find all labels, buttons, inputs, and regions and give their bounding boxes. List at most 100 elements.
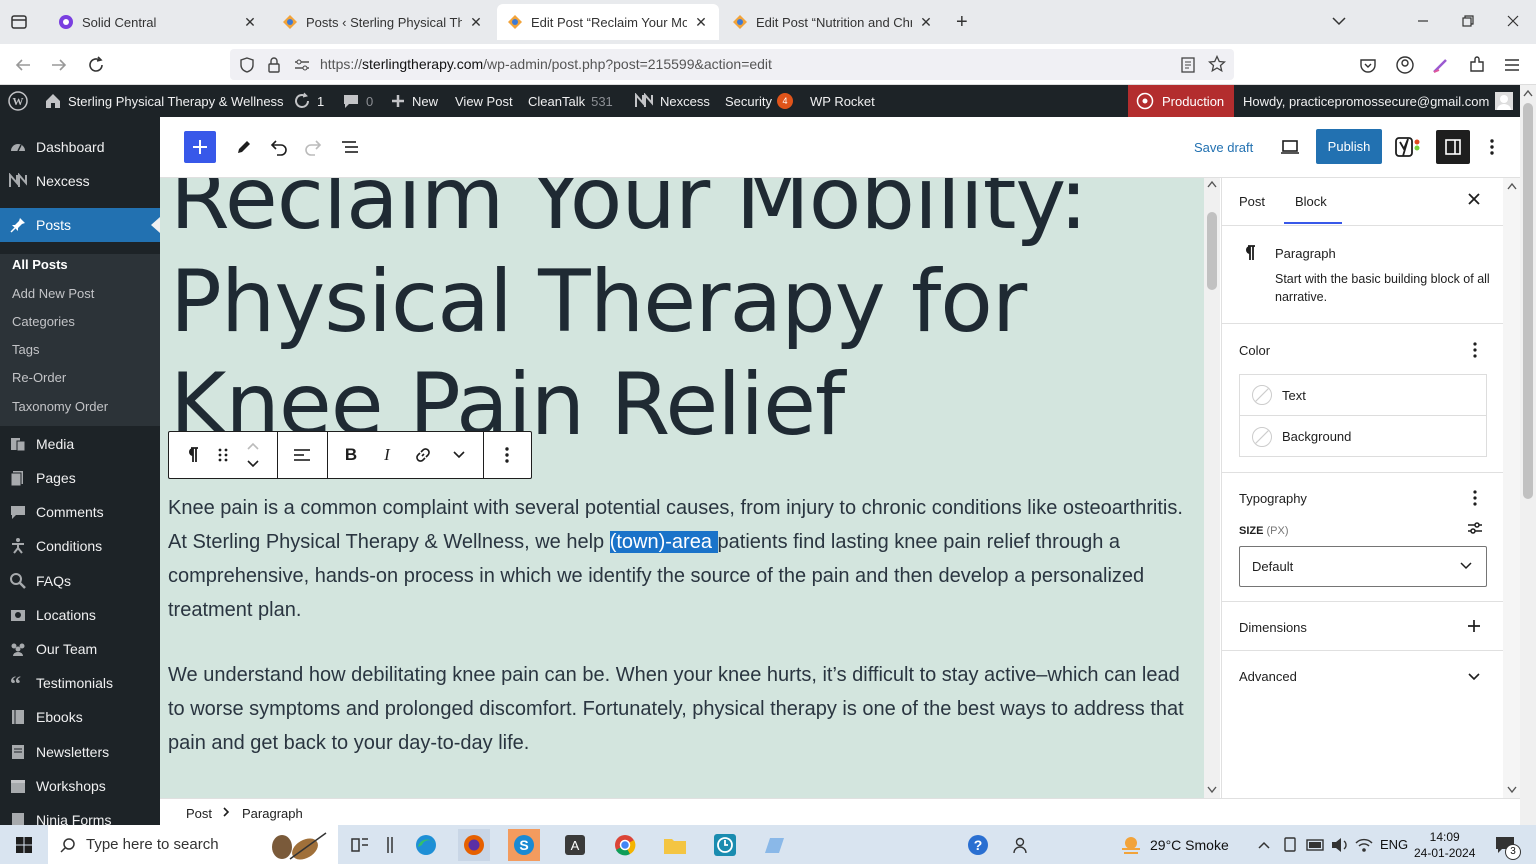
sidebar-item-comments[interactable]: Comments [0, 495, 160, 529]
wordpress-logo-icon[interactable]: W [8, 85, 34, 117]
paragraph-block-1[interactable]: Knee pain is a common complaint with sev… [168, 491, 1198, 627]
bold-button[interactable]: B [337, 432, 365, 478]
close-icon[interactable]: ✕ [693, 14, 709, 31]
more-vertical-icon[interactable] [1472, 341, 1478, 359]
chevron-up-icon[interactable] [1257, 825, 1271, 864]
weather-widget[interactable]: 29°C Smoke [1120, 825, 1229, 864]
scroll-up-icon[interactable] [1507, 182, 1517, 190]
chevron-down-icon[interactable] [1468, 673, 1480, 681]
browser-tab-posts[interactable]: Posts ‹ Sterling Physical Therapy ✕ [272, 4, 494, 40]
people-icon[interactable] [1012, 825, 1032, 864]
sidebar-item-locations[interactable]: Locations [0, 598, 160, 632]
back-arrow-icon[interactable] [14, 56, 32, 74]
admin-bar-security[interactable]: Security 4 [725, 85, 793, 117]
close-icon[interactable]: ✕ [918, 14, 934, 31]
browser-tab-edit-post-nutrition[interactable]: Edit Post “Nutrition and Chronic ✕ [722, 4, 944, 40]
admin-bar-cleantalk[interactable]: CleanTalk 531 [528, 85, 613, 117]
tab-list-icon[interactable] [10, 13, 28, 31]
submenu-categories[interactable]: Categories [12, 314, 75, 329]
firefox-icon[interactable] [458, 829, 490, 861]
file-explorer-icon[interactable] [659, 829, 691, 861]
breadcrumb-paragraph[interactable]: Paragraph [242, 806, 303, 821]
tab-post[interactable]: Post [1239, 178, 1265, 224]
widgets-divider-icon[interactable] [374, 829, 406, 861]
custom-size-toggle-icon[interactable] [1467, 520, 1483, 536]
notifications-icon[interactable]: 3 [1494, 825, 1521, 864]
more-formatting-button[interactable] [445, 432, 473, 478]
tab-block[interactable]: Block [1295, 178, 1327, 224]
options-button[interactable] [1480, 135, 1504, 159]
plus-icon[interactable] [1467, 619, 1481, 633]
tools-button[interactable] [232, 135, 256, 159]
move-up-button[interactable] [243, 438, 263, 454]
new-tab-button[interactable]: + [956, 11, 968, 34]
submenu-taxonomy-order[interactable]: Taxonomy Order [12, 399, 108, 414]
italic-button[interactable]: I [373, 432, 401, 478]
pocket-icon[interactable] [1359, 56, 1377, 74]
sidebar-item-dashboard[interactable]: Dashboard [0, 130, 160, 164]
submenu-tags[interactable]: Tags [12, 342, 39, 357]
browser-tab-edit-post-active[interactable]: Edit Post “Reclaim Your Mobility ✕ [497, 4, 719, 40]
edge-browser-icon[interactable] [410, 829, 442, 861]
admin-bar-site[interactable]: Sterling Physical Therapy & Wellness [44, 85, 284, 117]
help-icon[interactable]: ? [966, 825, 990, 864]
drag-handle[interactable] [211, 432, 235, 478]
scrollbar-thumb[interactable] [1207, 212, 1217, 290]
sidebar-item-conditions[interactable]: Conditions [0, 529, 160, 563]
scrollbar-thumb[interactable] [1523, 103, 1533, 499]
advanced-panel-title[interactable]: Advanced [1239, 669, 1297, 684]
admin-bar-updates[interactable]: 1 [293, 85, 324, 117]
submenu-re-order[interactable]: Re-Order [12, 370, 66, 385]
link-button[interactable] [409, 432, 437, 478]
block-inserter-button[interactable] [184, 131, 216, 163]
sidebar-item-pages[interactable]: Pages [0, 461, 160, 495]
breadcrumb-post[interactable]: Post [186, 806, 212, 821]
clock-app-icon[interactable] [709, 829, 741, 861]
device-icon[interactable] [1282, 825, 1298, 864]
clock[interactable]: 14:09 24-01-2024 [1414, 825, 1475, 864]
taskbar-search-box[interactable]: Type here to search [48, 825, 338, 864]
yoast-seo-button[interactable] [1394, 133, 1424, 161]
undo-button[interactable] [266, 135, 290, 159]
chevron-down-icon[interactable] [1330, 12, 1348, 30]
redo-button[interactable] [302, 135, 326, 159]
shield-icon[interactable] [238, 56, 256, 74]
bookmark-star-icon[interactable] [1208, 55, 1226, 73]
account-icon[interactable] [1395, 55, 1415, 75]
close-icon[interactable] [1467, 192, 1481, 206]
app-a-icon[interactable]: A [559, 829, 591, 861]
sidebar-item-our-team[interactable]: Our Team [0, 632, 160, 666]
canvas-scrollbar[interactable] [1204, 178, 1220, 798]
address-bar[interactable]: https://sterlingtherapy.com/wp-admin/pos… [230, 49, 1234, 80]
sidebar-item-nexcess[interactable]: Nexcess [0, 164, 160, 198]
windows-start-icon[interactable] [8, 829, 40, 861]
task-view-icon[interactable] [344, 829, 376, 861]
submenu-all-posts[interactable]: All Posts [12, 257, 68, 272]
sidebar-item-ninja-forms[interactable]: Ninja Forms [0, 803, 160, 825]
pen-extension-icon[interactable] [1431, 55, 1451, 75]
submenu-add-new-post[interactable]: Add New Post [12, 286, 94, 301]
skype-icon[interactable]: S [508, 829, 540, 861]
post-title[interactable]: Reclaim Your Mobility: Physical Therapy … [170, 178, 1200, 457]
reload-icon[interactable] [86, 55, 106, 75]
more-vertical-icon[interactable] [1472, 489, 1478, 507]
font-size-select[interactable]: Default [1239, 546, 1487, 587]
admin-bar-nexcess[interactable]: Nexcess [634, 85, 710, 117]
inspector-scrollbar[interactable] [1503, 178, 1520, 798]
close-icon[interactable]: ✕ [468, 14, 484, 31]
battery-icon[interactable] [1306, 825, 1326, 864]
paragraph-block-2[interactable]: We understand how debilitating knee pain… [168, 658, 1198, 760]
block-options-button[interactable] [493, 432, 521, 478]
settings-toggle-button[interactable] [1436, 130, 1470, 164]
text-color-option[interactable]: Text [1240, 375, 1486, 416]
sidebar-item-ebooks[interactable]: Ebooks [0, 700, 160, 734]
window-close-icon[interactable] [1504, 12, 1522, 30]
sidebar-item-faqs[interactable]: FAQs [0, 564, 160, 598]
browser-tab-solid-central[interactable]: Solid Central ✕ [48, 4, 268, 40]
minimize-icon[interactable] [1414, 12, 1432, 30]
admin-bar-new[interactable]: New [390, 85, 438, 117]
url-text[interactable]: https://sterlingtherapy.com/wp-admin/pos… [320, 56, 772, 72]
scroll-down-icon[interactable] [1507, 786, 1517, 794]
sidebar-item-workshops[interactable]: Workshops [0, 769, 160, 803]
close-icon[interactable]: ✕ [242, 14, 258, 31]
